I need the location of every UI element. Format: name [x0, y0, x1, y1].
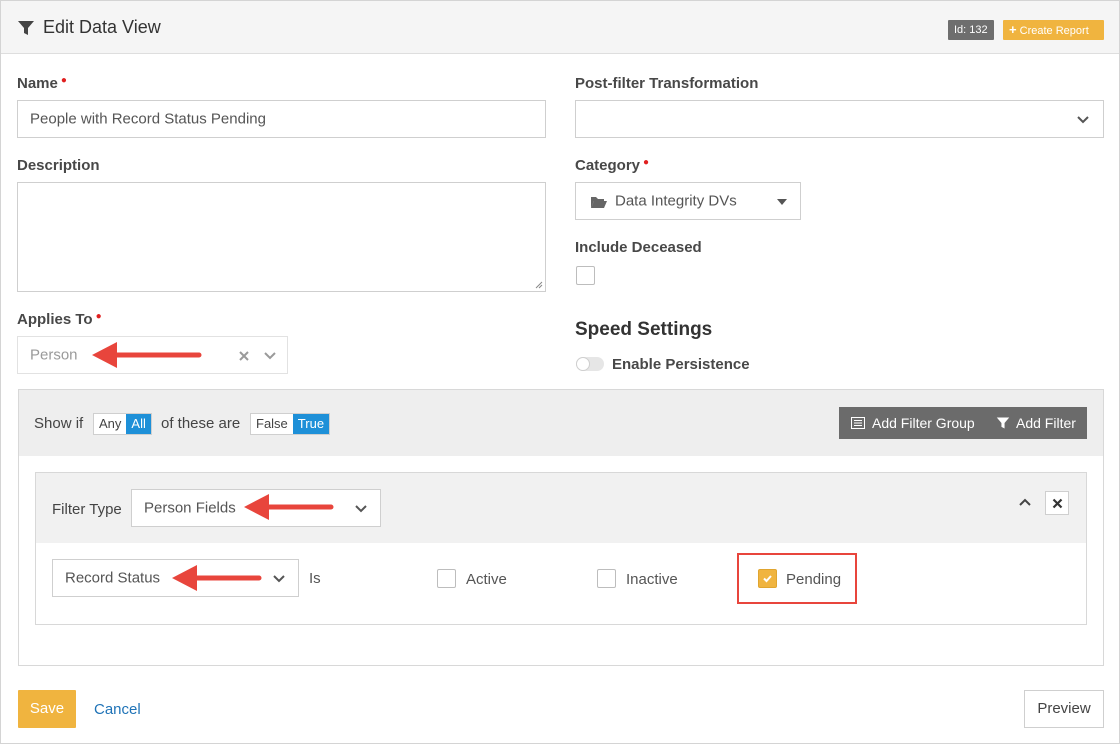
operator-label: Is: [309, 570, 321, 587]
preview-button[interactable]: Preview: [1024, 690, 1104, 728]
post-filter-select[interactable]: [575, 100, 1104, 138]
required-marker: ●: [643, 157, 650, 168]
category-label: Category ●: [575, 157, 650, 174]
annotation-arrow-applies-to: [92, 342, 202, 368]
active-label: Active: [466, 571, 507, 588]
resize-handle-icon[interactable]: [535, 281, 543, 289]
create-report-button[interactable]: + Create Report: [1003, 20, 1104, 40]
edit-data-view-panel: Edit Data View Id: 132 + Create Report N…: [0, 0, 1120, 744]
chevron-down-icon: [355, 505, 367, 513]
speed-settings-heading: Speed Settings: [575, 319, 713, 340]
include-deceased-label: Include Deceased: [575, 239, 702, 256]
name-input[interactable]: People with Record Status Pending: [17, 100, 546, 138]
filter-icon: [18, 20, 34, 35]
description-label: Description: [17, 157, 100, 174]
chevron-down-icon: [264, 352, 276, 360]
chevron-up-icon[interactable]: [1018, 497, 1032, 507]
add-filter-group-button[interactable]: Add Filter Group: [851, 407, 975, 439]
show-if-label: Show if: [34, 415, 84, 432]
filter-item-header: Filter Type Person Fields: [36, 473, 1086, 543]
highlight-box: [737, 553, 857, 604]
filter-item: Filter Type Person Fields Record Status …: [35, 472, 1087, 625]
true-option[interactable]: True: [292, 414, 330, 434]
folder-open-icon: [591, 197, 607, 208]
save-button[interactable]: Save: [18, 690, 76, 728]
category-value: Data Integrity DVs: [615, 192, 737, 210]
filter-type-label: Filter Type: [52, 501, 122, 518]
name-label: Name ●: [17, 75, 67, 92]
panel-header: Edit Data View Id: 132 + Create Report: [1, 1, 1119, 54]
enable-persistence-toggle[interactable]: [576, 357, 604, 371]
false-option[interactable]: False: [251, 414, 293, 434]
name-input-value: People with Record Status Pending: [30, 110, 266, 128]
field-value: Record Status: [65, 569, 161, 587]
active-checkbox[interactable]: [437, 569, 456, 588]
required-marker: ●: [60, 75, 67, 86]
close-icon: [1052, 498, 1063, 509]
chevron-down-icon: [1077, 116, 1089, 124]
list-icon: [851, 417, 865, 429]
add-filter-label: Add Filter: [1016, 415, 1076, 431]
post-filter-label: Post-filter Transformation: [575, 75, 759, 92]
any-all-toggle: Any All: [93, 413, 152, 435]
remove-filter-button[interactable]: [1045, 491, 1069, 515]
applies-to-label: Applies To ●: [17, 311, 102, 328]
annotation-arrow-record-status: [172, 565, 262, 591]
enable-persistence-label: Enable Persistence: [612, 356, 750, 373]
filter-area: Show if Any All of these are False True …: [18, 389, 1104, 666]
plus-icon: +: [1009, 22, 1017, 37]
inactive-label: Inactive: [626, 571, 678, 588]
any-option[interactable]: Any: [94, 414, 126, 434]
include-deceased-checkbox[interactable]: [576, 266, 595, 285]
of-these-are-label: of these are: [161, 415, 241, 432]
cancel-link[interactable]: Cancel: [94, 701, 141, 718]
caret-down-icon: [777, 199, 787, 205]
chevron-down-icon: [273, 575, 285, 583]
id-badge: Id: 132: [948, 20, 994, 40]
add-filter-button[interactable]: Add Filter: [996, 407, 1076, 439]
filter-group-header: Show if Any All of these are False True …: [19, 390, 1103, 456]
category-picker[interactable]: Data Integrity DVs: [575, 182, 801, 220]
annotation-arrow-filter-type: [244, 494, 334, 520]
required-marker: ●: [95, 311, 102, 322]
page-title-text: Edit Data View: [43, 17, 161, 37]
filter-type-value: Person Fields: [144, 499, 236, 517]
clear-icon[interactable]: [238, 350, 250, 362]
true-false-toggle: False True: [250, 413, 331, 435]
description-textarea[interactable]: [17, 182, 546, 292]
all-option[interactable]: All: [126, 414, 151, 434]
filter-actions: Add Filter Group Add Filter: [839, 407, 1087, 439]
create-report-label: Create Report: [1019, 25, 1089, 37]
add-filter-group-label: Add Filter Group: [872, 415, 975, 431]
filter-icon: [996, 417, 1010, 429]
applies-to-value: Person: [30, 346, 78, 364]
page-title: Edit Data View: [17, 17, 161, 38]
toggle-knob: [576, 357, 590, 371]
inactive-checkbox[interactable]: [597, 569, 616, 588]
